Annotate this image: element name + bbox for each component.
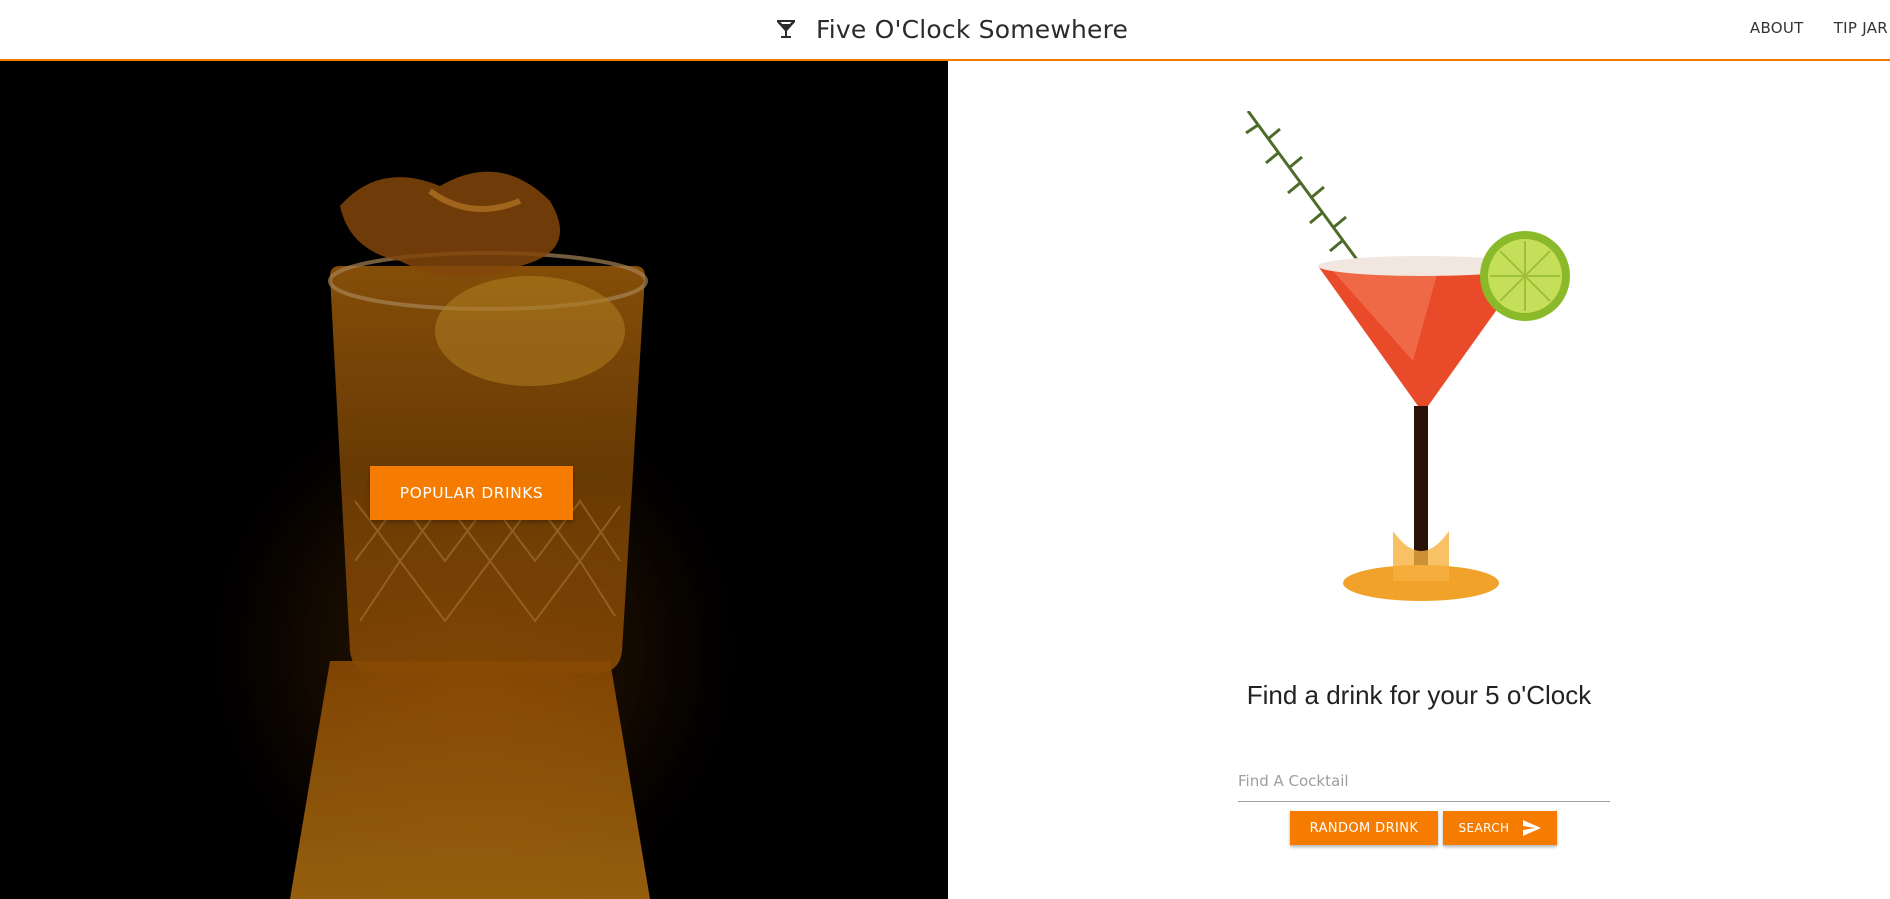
search-tagline: Find a drink for your 5 o'Clock: [1246, 680, 1592, 710]
send-icon: [1523, 820, 1542, 836]
brand[interactable]: Five O'Clock Somewhere: [774, 12, 1128, 46]
random-drink-button[interactable]: RANDOM DRINK: [1290, 811, 1438, 845]
app-header: Five O'Clock Somewhere ABOUT TIP JAR: [0, 0, 1890, 61]
top-nav: ABOUT TIP JAR: [1750, 0, 1888, 56]
hero-section: POPULAR DRINKS: [0, 61, 948, 899]
cocktail-glass-icon: [777, 20, 795, 38]
search-actions: RANDOM DRINK SEARCH: [1290, 811, 1557, 845]
search-button-label: SEARCH: [1458, 821, 1510, 835]
nav-link-tip-jar[interactable]: TIP JAR: [1834, 19, 1888, 37]
cocktail-search-input[interactable]: [1238, 760, 1610, 802]
search-panel: Find a drink for your 5 o'Clock RANDOM D…: [948, 61, 1890, 899]
random-drink-label: RANDOM DRINK: [1309, 820, 1419, 836]
popular-drinks-button[interactable]: POPULAR DRINKS: [370, 466, 573, 520]
martini-image: [1245, 111, 1570, 601]
search-button[interactable]: SEARCH: [1443, 811, 1557, 845]
brand-title: Five O'Clock Somewhere: [816, 14, 1129, 44]
nav-link-about[interactable]: ABOUT: [1750, 19, 1804, 37]
